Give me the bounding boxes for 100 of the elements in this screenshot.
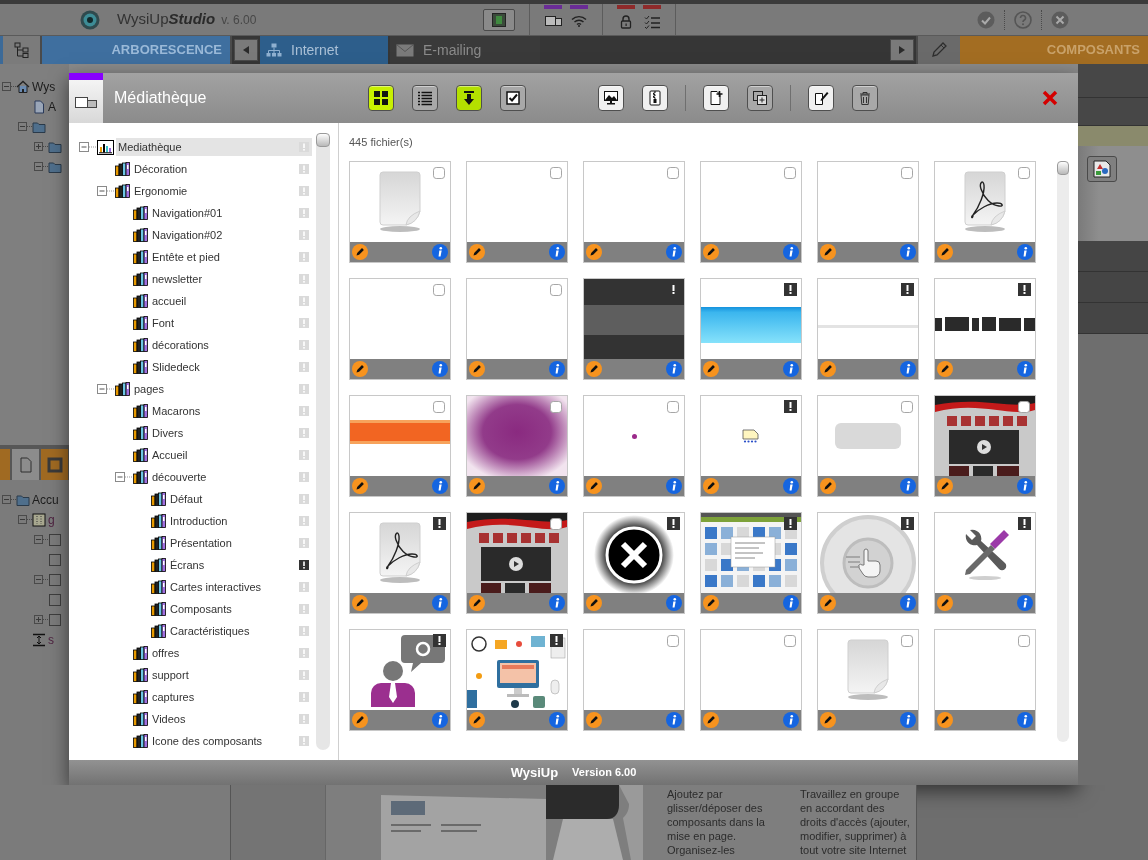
wifi-icon[interactable] [571, 15, 587, 27]
media-tile[interactable] [700, 512, 802, 614]
pencil-icon[interactable] [469, 595, 485, 611]
tree-item[interactable]: newsletter [150, 270, 312, 288]
tree-toggle[interactable] [97, 186, 115, 196]
zip-button[interactable] [642, 85, 668, 111]
tree-item[interactable]: Icone des composants [150, 732, 312, 750]
info-icon[interactable] [432, 244, 448, 260]
media-tile[interactable] [934, 278, 1036, 380]
tree-item[interactable]: Présentation [168, 534, 312, 552]
tree-toggle[interactable] [34, 162, 48, 172]
components-button[interactable] [918, 36, 960, 64]
media-tile[interactable] [583, 629, 685, 731]
pencil-icon[interactable] [586, 478, 602, 494]
info-icon[interactable] [1017, 595, 1033, 611]
tree-item[interactable]: Caractéristiques [168, 622, 312, 640]
tree-item[interactable]: Introduction [168, 512, 312, 530]
collapse-button[interactable] [234, 39, 258, 61]
media-tile[interactable] [700, 161, 802, 263]
scrollbar-thumb[interactable] [1057, 161, 1069, 175]
tree-item[interactable]: Écrans [168, 556, 312, 574]
media-tile[interactable] [466, 278, 568, 380]
check-circle-icon[interactable] [977, 10, 995, 29]
tree-item[interactable]: Navigation#02 [150, 226, 312, 244]
media-tile[interactable] [466, 629, 568, 731]
media-tile[interactable] [817, 512, 919, 614]
info-icon[interactable] [900, 244, 916, 260]
media-tile[interactable] [817, 395, 919, 497]
duplicate-button[interactable] [747, 85, 773, 111]
tile-checkbox[interactable] [433, 167, 445, 179]
info-icon[interactable] [549, 244, 565, 260]
tree-toggle[interactable] [115, 472, 133, 482]
tree-item[interactable]: pages [132, 380, 312, 398]
edit-file-button[interactable] [808, 85, 834, 111]
tile-checkbox[interactable] [901, 635, 913, 647]
tree-toggle[interactable] [34, 575, 48, 585]
tree-item[interactable]: Slidedeck [150, 358, 312, 376]
pencil-icon[interactable] [352, 244, 368, 260]
info-icon[interactable] [900, 595, 916, 611]
media-tile[interactable] [349, 512, 451, 614]
info-icon[interactable] [783, 478, 799, 494]
media-tile[interactable] [466, 512, 568, 614]
pencil-icon[interactable] [820, 595, 836, 611]
info-icon[interactable] [900, 712, 916, 728]
media-tile[interactable] [817, 161, 919, 263]
pencil-icon[interactable] [820, 478, 836, 494]
tile-checkbox[interactable] [550, 167, 562, 179]
tree-toggle[interactable] [18, 515, 32, 525]
tile-checkbox[interactable] [901, 167, 913, 179]
tree-item[interactable]: accueil [150, 292, 312, 310]
pencil-icon[interactable] [469, 478, 485, 494]
tree-item[interactable]: décorations [150, 336, 312, 354]
tree-item[interactable]: Entête et pied [150, 248, 312, 266]
toolbar-button[interactable] [483, 8, 515, 31]
pencil-icon[interactable] [586, 595, 602, 611]
tree-view-button[interactable] [0, 36, 40, 64]
tile-checkbox[interactable] [1018, 635, 1030, 647]
media-tile[interactable] [934, 395, 1036, 497]
info-icon[interactable] [549, 361, 565, 377]
tree-label[interactable]: Wys [32, 78, 56, 96]
pencil-icon[interactable] [937, 712, 953, 728]
tree-item[interactable]: Composants [168, 600, 312, 618]
download-button[interactable] [456, 85, 482, 111]
lock-icon[interactable] [620, 15, 632, 29]
info-icon[interactable] [549, 478, 565, 494]
tile-checkbox[interactable] [667, 401, 679, 413]
info-icon[interactable] [549, 595, 565, 611]
tile-checkbox[interactable] [784, 167, 796, 179]
tree-item[interactable]: Videos [150, 710, 312, 728]
tree-item[interactable]: Ergonomie [132, 182, 312, 200]
pencil-icon[interactable] [469, 244, 485, 260]
tree-item[interactable]: support [150, 666, 312, 684]
pencil-icon[interactable] [820, 361, 836, 377]
checklist-icon[interactable] [644, 15, 660, 29]
pencil-icon[interactable] [352, 478, 368, 494]
media-tile[interactable] [700, 395, 802, 497]
media-tile[interactable] [349, 278, 451, 380]
tile-checkbox[interactable] [901, 401, 913, 413]
tree-toggle[interactable] [2, 495, 16, 505]
media-tile[interactable] [583, 161, 685, 263]
info-icon[interactable] [900, 478, 916, 494]
new-file-button[interactable] [703, 85, 729, 111]
media-tile[interactable] [934, 629, 1036, 731]
tree-item[interactable]: Navigation#01 [150, 204, 312, 222]
pencil-icon[interactable] [820, 712, 836, 728]
delete-button[interactable] [852, 85, 878, 111]
tree-toggle[interactable] [79, 142, 97, 152]
pencil-icon[interactable] [469, 361, 485, 377]
pencil-icon[interactable] [937, 595, 953, 611]
windows-icon[interactable] [544, 15, 562, 27]
tree-item[interactable]: captures [150, 688, 312, 706]
tile-checkbox[interactable] [550, 401, 562, 413]
tile-checkbox[interactable] [433, 284, 445, 296]
tree-toggle[interactable] [34, 535, 48, 545]
grid-view-button[interactable] [368, 85, 394, 111]
pencil-icon[interactable] [703, 244, 719, 260]
tree-item[interactable]: Cartes interactives [168, 578, 312, 596]
info-icon[interactable] [783, 244, 799, 260]
tree-item[interactable]: offres [150, 644, 312, 662]
info-icon[interactable] [432, 712, 448, 728]
